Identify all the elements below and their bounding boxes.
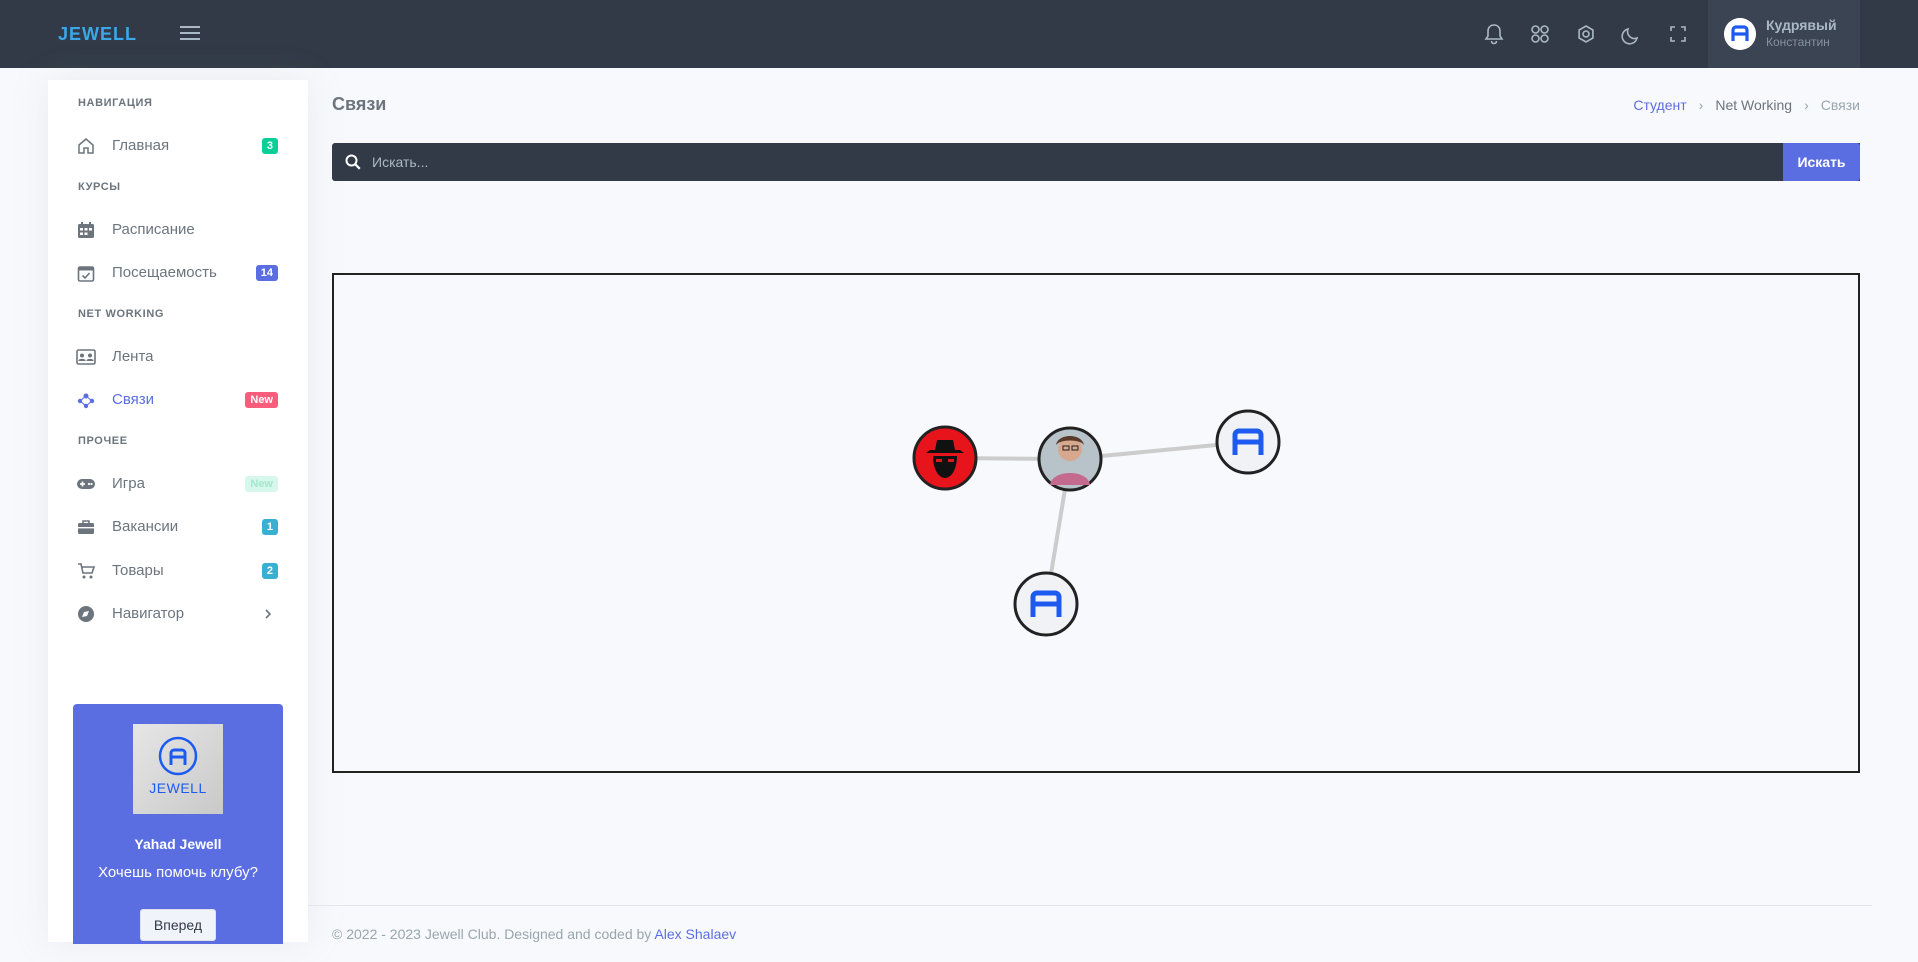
user-subname: Константин: [1766, 35, 1830, 49]
sidebar-badge: 14: [255, 265, 278, 281]
moon-icon[interactable]: [1618, 20, 1646, 48]
promo-text: Хочешь помочь клубу?: [98, 864, 258, 881]
nav-section-title: Net Working: [78, 308, 165, 320]
network-icon: [77, 393, 95, 409]
promo-logo-image: JEWELL: [133, 724, 223, 814]
compass-icon: [78, 606, 94, 622]
graph-node-jewell-1[interactable]: [1215, 409, 1281, 475]
sidebar-item-products[interactable]: Товары 2: [48, 553, 308, 589]
sidebar-badge: 1: [261, 519, 278, 535]
sidebar-item-label: Игра: [112, 475, 145, 492]
graph-node-jewell-2[interactable]: [1013, 571, 1079, 637]
sidebar-item-label: Лента: [112, 348, 154, 365]
sidebar-item-label: Главная: [112, 137, 170, 154]
breadcrumb-current: Связи: [1820, 97, 1860, 113]
page-title: Связи: [332, 94, 387, 114]
user-menu[interactable]: Кудрявый Константин: [1708, 0, 1860, 68]
sidebar-item-navigator[interactable]: Навигатор: [48, 596, 308, 632]
sidebar-item-label: Посещаемость: [112, 264, 217, 281]
cart-icon: [78, 563, 96, 579]
sidebar-item-label: Навигатор: [112, 605, 185, 622]
sidebar-badge: New: [245, 476, 278, 492]
search-icon: [345, 154, 361, 170]
footer: © 2022 - 2023 Jewell Club. Designed and …: [332, 926, 736, 942]
user-avatar: [1724, 18, 1756, 50]
user-name: Кудрявый: [1766, 17, 1837, 33]
graph-canvas[interactable]: [334, 275, 1858, 771]
calendar-check-icon: [77, 266, 95, 282]
breadcrumb-networking[interactable]: Net Working: [1715, 97, 1792, 113]
breadcrumb-student[interactable]: Студент: [1633, 97, 1686, 113]
nav-section-title: Прочее: [78, 435, 128, 447]
promo-forward-button[interactable]: Вперед: [140, 909, 216, 941]
home-icon: [78, 138, 94, 154]
jewell-logo-icon: [158, 736, 198, 776]
footer-divider: [308, 905, 1872, 906]
search-input[interactable]: [372, 143, 1832, 181]
sidebar-item-schedule[interactable]: Расписание: [48, 212, 308, 248]
briefcase-icon: [78, 520, 94, 534]
gamepad-icon: [77, 479, 95, 489]
sidebar: Навигация Главная 3 Курсы Расписание Пос…: [48, 80, 308, 944]
promo-title: Yahad Jewell: [134, 836, 222, 852]
footer-author-link[interactable]: Alex Shalaev: [654, 926, 736, 942]
sidebar-item-label: Вакансии: [112, 518, 179, 535]
top-bar: JEWELL Кудрявый Константин: [0, 0, 1918, 68]
sidebar-item-attendance[interactable]: Посещаемость 14: [48, 255, 308, 291]
sidebar-item-label: Товары: [112, 562, 164, 579]
graph-node-photo[interactable]: [1037, 426, 1103, 492]
menu-toggle-button[interactable]: [178, 22, 202, 46]
apps-icon[interactable]: [1526, 20, 1554, 48]
sidebar-badge: New: [245, 392, 278, 408]
sidebar-badge: 3: [261, 138, 278, 154]
nav-section-title: Навигация: [78, 97, 153, 109]
fullscreen-icon[interactable]: [1664, 20, 1692, 48]
sidebar-item-game[interactable]: Игра New: [48, 466, 308, 502]
promo-card: JEWELL Yahad Jewell Хочешь помочь клубу?…: [73, 704, 283, 944]
search-button[interactable]: Искать: [1783, 143, 1860, 181]
nav-section-title: Курсы: [78, 181, 121, 193]
connections-graph[interactable]: [332, 273, 1860, 773]
sidebar-item-label: Расписание: [112, 221, 195, 238]
calendar-icon: [78, 222, 94, 238]
gear-icon[interactable]: [1572, 20, 1600, 48]
breadcrumb-separator: ›: [1804, 97, 1809, 113]
sidebar-item-connections[interactable]: Связи New: [48, 382, 308, 418]
footer-text: © 2022 - 2023 Jewell Club. Designed and …: [332, 926, 652, 942]
svg-text:JEWELL: JEWELL: [58, 24, 137, 44]
sidebar-item-label: Связи: [112, 391, 155, 408]
sidebar-item-vacancies[interactable]: Вакансии 1: [48, 509, 308, 545]
jewell-logo[interactable]: JEWELL: [58, 22, 138, 46]
sidebar-item-feed[interactable]: Лента: [48, 339, 308, 375]
sidebar-item-home[interactable]: Главная 3: [48, 128, 308, 164]
breadcrumb-separator: ›: [1698, 97, 1704, 113]
bell-icon[interactable]: [1480, 20, 1508, 48]
contacts-icon: [76, 349, 96, 365]
sidebar-badge: 2: [261, 563, 278, 579]
breadcrumb: Студент › Net Working › Связи: [1633, 97, 1860, 113]
promo-logo-text: JEWELL: [149, 780, 207, 796]
search-bar: [332, 143, 1860, 181]
chevron-right-icon: [265, 609, 272, 619]
graph-node-hat-man[interactable]: [912, 425, 978, 491]
